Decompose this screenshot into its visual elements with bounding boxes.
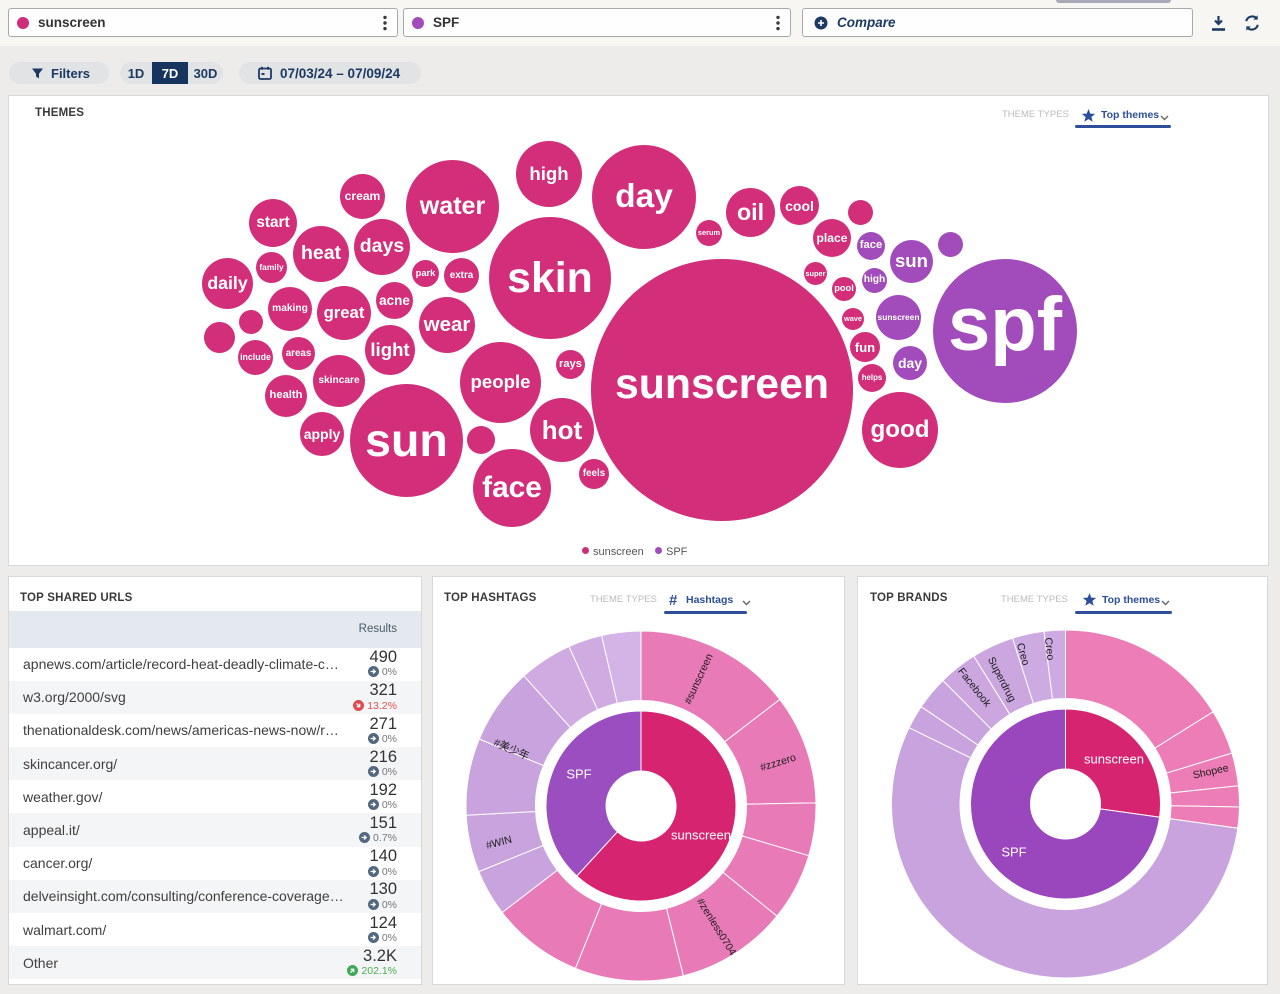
svg-text:sunscreen: sunscreen — [671, 827, 731, 842]
svg-text:SPF: SPF — [1001, 844, 1026, 859]
svg-text:SPF: SPF — [566, 766, 591, 781]
svg-text:Creo: Creo — [1042, 637, 1056, 661]
svg-text:sunscreen: sunscreen — [1084, 751, 1144, 766]
